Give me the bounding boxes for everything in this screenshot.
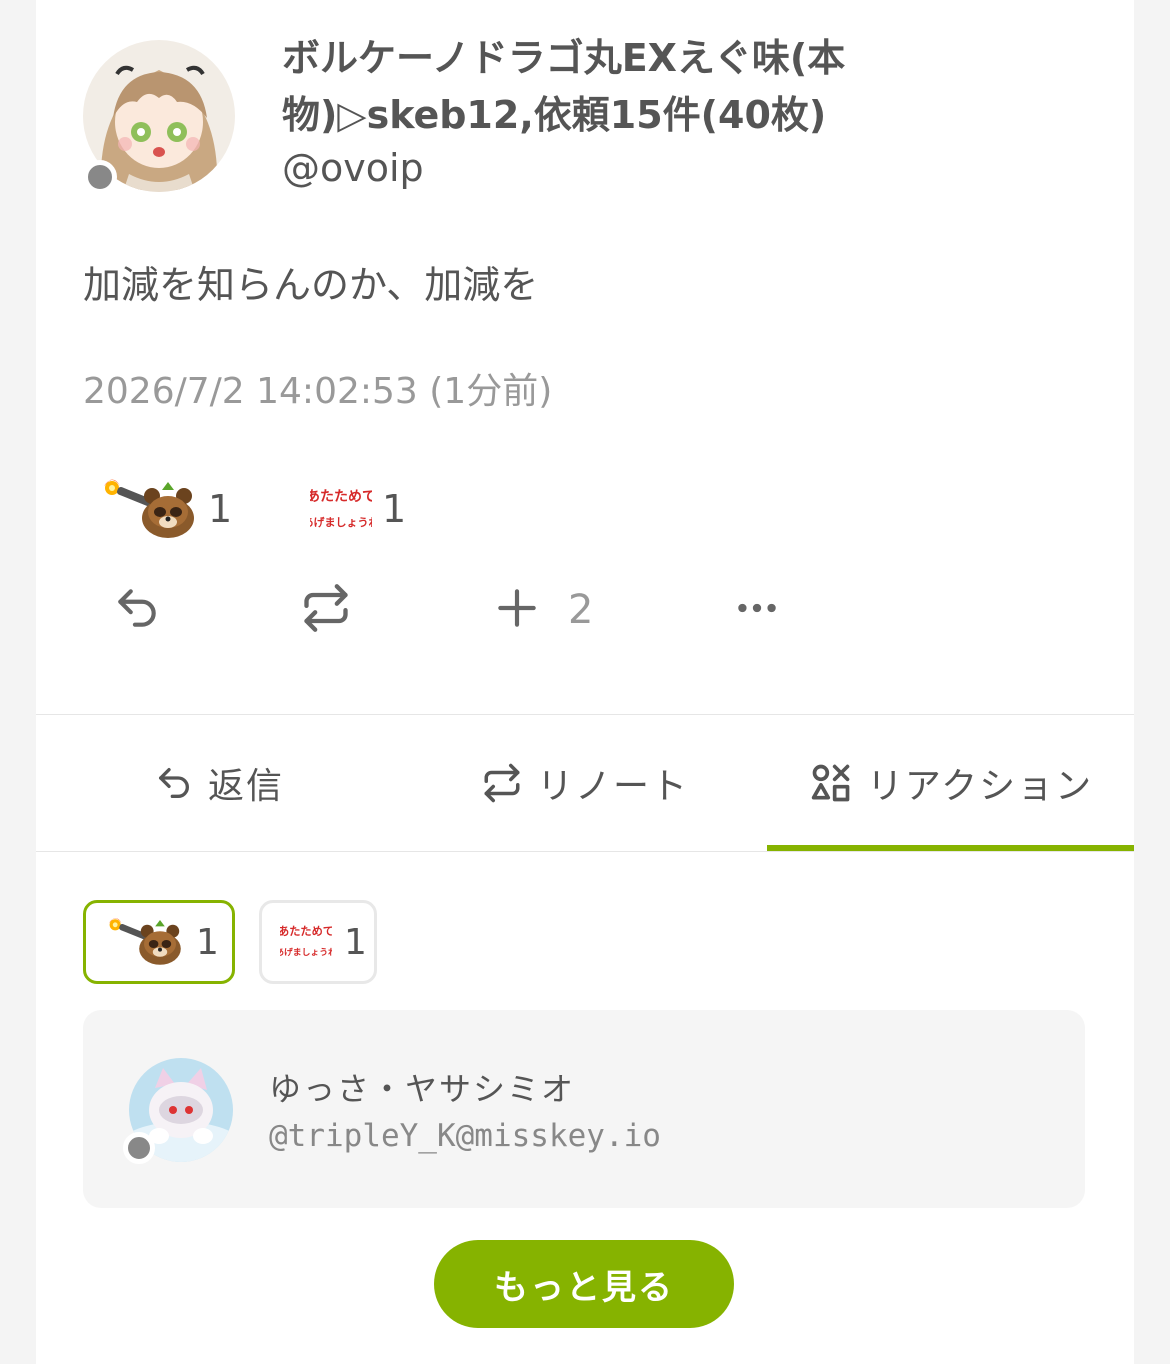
atatamete-agemashoune-emoji: あたためて あげましょうね bbox=[303, 472, 380, 546]
filter-count: 1 bbox=[344, 921, 367, 963]
detail-tabs: 返信 リノート リアクション bbox=[36, 714, 1134, 852]
emoji-text-line2: あげましょうね bbox=[310, 515, 372, 529]
note-timestamp[interactable]: 2026/7/2 14:02:53 (1分前) bbox=[83, 362, 552, 414]
reaction-count: 1 bbox=[382, 487, 407, 531]
emoji-text-line1: あたためて bbox=[280, 925, 332, 938]
reply-button[interactable] bbox=[112, 580, 162, 640]
author-username[interactable]: @ovoip bbox=[282, 146, 424, 190]
renote-button[interactable] bbox=[300, 580, 352, 640]
active-tab-indicator bbox=[767, 845, 1134, 851]
tab-renotes[interactable]: リノート bbox=[402, 715, 768, 851]
author-avatar-wrap[interactable] bbox=[83, 40, 235, 194]
shapes-icon bbox=[809, 761, 853, 805]
show-more-button[interactable]: もっと見る bbox=[434, 1240, 734, 1328]
reactor-name[interactable]: ゆっさ・ヤサシミオ bbox=[269, 1064, 575, 1110]
atatamete-agemashoune-emoji: あたためて あげましょうね bbox=[275, 912, 337, 972]
react-button[interactable]: 2 bbox=[492, 580, 593, 640]
note-actions: 2 bbox=[36, 580, 1134, 640]
reactor-status-indicator bbox=[123, 1132, 155, 1164]
author-display-name[interactable]: ボルケーノドラゴ丸EXえぐ味(本物)▷skeb12,依頼15件(40枚) bbox=[282, 30, 902, 144]
reaction-tanuki[interactable]: 1 bbox=[98, 474, 232, 544]
tanuki-flamethrower-emoji bbox=[98, 472, 198, 546]
tanuki-flamethrower-emoji bbox=[104, 912, 184, 972]
renote-icon bbox=[481, 762, 523, 804]
author-status-indicator bbox=[83, 160, 117, 194]
tab-label: 返信 bbox=[207, 766, 284, 807]
filter-count: 1 bbox=[196, 921, 219, 963]
reaction-count: 1 bbox=[208, 487, 233, 531]
filter-tanuki[interactable]: 1 bbox=[83, 900, 235, 984]
reply-icon bbox=[154, 763, 194, 803]
emoji-text-line2: あげましょうね bbox=[280, 946, 332, 958]
more-icon bbox=[732, 583, 782, 637]
tab-replies[interactable]: 返信 bbox=[36, 715, 402, 851]
note-card: ボルケーノドラゴ丸EXえぐ味(本物)▷skeb12,依頼15件(40枚) @ov… bbox=[36, 0, 1134, 1364]
more-options-button[interactable] bbox=[732, 580, 782, 640]
reply-icon bbox=[112, 583, 162, 637]
emoji-text-line1: あたためて bbox=[310, 489, 372, 505]
reaction-atatamete[interactable]: あたためて あげましょうね 1 bbox=[303, 472, 407, 546]
reactor-avatar-wrap[interactable] bbox=[123, 1058, 233, 1164]
reactor-user-card[interactable]: ゆっさ・ヤサシミオ @tripleY_K@misskey.io bbox=[83, 1010, 1085, 1208]
note-text: 加減を知らんのか、加減を bbox=[83, 263, 539, 307]
reactor-handle[interactable]: @tripleY_K@misskey.io bbox=[269, 1118, 661, 1154]
renote-icon bbox=[300, 582, 352, 638]
plus-icon bbox=[492, 583, 542, 637]
tab-label: リアクション bbox=[866, 766, 1094, 807]
react-count: 2 bbox=[568, 587, 594, 633]
tab-label: リノート bbox=[536, 766, 689, 807]
tab-reactions[interactable]: リアクション bbox=[768, 715, 1134, 851]
note: ボルケーノドラゴ丸EXえぐ味(本物)▷skeb12,依頼15件(40枚) @ov… bbox=[36, 0, 1134, 714]
filter-atatamete[interactable]: あたためて あげましょうね 1 bbox=[259, 900, 377, 984]
